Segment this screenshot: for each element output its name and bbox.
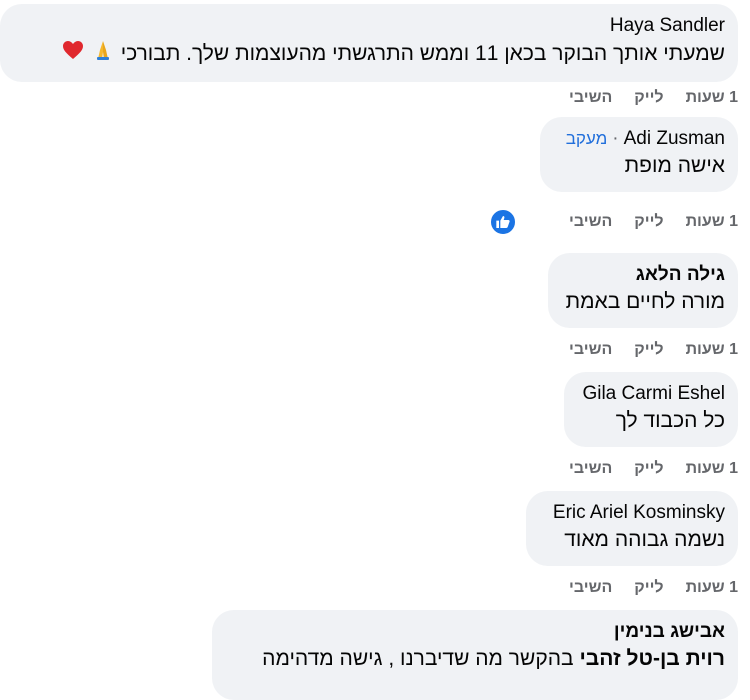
comment-text: מורה לחיים באמת xyxy=(565,290,725,313)
comment-author[interactable]: Haya Sandler xyxy=(16,14,725,38)
reply-button[interactable]: השיבי xyxy=(569,213,612,231)
red-heart-icon xyxy=(61,38,85,71)
reply-button[interactable]: השיבי xyxy=(569,579,612,597)
comment-bubble: Haya Sandler שמעתי אותך הבוקר בכאן 11 ומ… xyxy=(0,4,738,82)
reply-button[interactable]: השיבי xyxy=(569,341,612,359)
comment-time: 1 שעות xyxy=(685,579,738,596)
comment-text: נשמה גבוהה מאוד xyxy=(564,528,725,551)
comment-author[interactable]: Eric Ariel Kosminsky xyxy=(542,501,725,525)
reply-button[interactable]: השיבי xyxy=(569,460,612,478)
comment-actions: 1 שעות לייק השיבי xyxy=(569,457,738,481)
like-button[interactable]: לייק xyxy=(634,460,663,478)
comment-bubble: גילה הלאג מורה לחיים באמת xyxy=(548,253,738,328)
like-button[interactable]: לייק xyxy=(634,579,663,597)
like-reaction-icon[interactable] xyxy=(489,208,517,236)
comment-header: מעקב · Adi Zusman xyxy=(556,127,725,151)
comment-actions: 1 שעות לייק השיבי xyxy=(569,576,738,600)
comment-time: 1 שעות xyxy=(685,213,738,230)
comment-bubble: Gila Carmi Eshel כל הכבוד לך xyxy=(564,372,738,447)
separator-dot: · xyxy=(612,128,619,149)
comment-haya-sandler: Haya Sandler שמעתי אותך הבוקר בכאן 11 ומ… xyxy=(0,4,738,82)
comment-time: 1 שעות xyxy=(685,460,738,477)
comment-author[interactable]: גילה הלאג xyxy=(564,263,725,287)
comment-eric-ariel-kosminsky: Eric Ariel Kosminsky נשמה גבוהה מאוד xyxy=(526,491,738,566)
comment-time: 1 שעות xyxy=(685,341,738,358)
comment-text: שמעתי אותך הבוקר בכאן 11 וממש התרגשתי מה… xyxy=(16,38,725,71)
comment-text: רוית בן-טל זהבי בהקשר מה שדיברנו , גישה … xyxy=(228,644,725,674)
comment-time: 1 שעות xyxy=(685,89,738,106)
comment-actions: 1 שעות לייק השיבי xyxy=(569,338,738,362)
comment-bubble: אבישג בנימין רוית בן-טל זהבי בהקשר מה שד… xyxy=(212,610,738,700)
comment-text: כל הכבוד לך xyxy=(615,409,725,432)
folded-hands-icon xyxy=(91,38,115,71)
tagged-user-link[interactable]: רוית בן-טל זהבי xyxy=(579,647,725,670)
reply-button[interactable]: השיבי xyxy=(569,89,612,107)
like-button[interactable]: לייק xyxy=(634,213,663,231)
comment-text-body: בהקשר מה שדיברנו , גישה מדהימה xyxy=(262,647,574,670)
comment-gila-halag: גילה הלאג מורה לחיים באמת xyxy=(548,253,738,328)
comment-adi-zusman: מעקב · Adi Zusman אישה מופת xyxy=(540,117,738,192)
comment-bubble: Eric Ariel Kosminsky נשמה גבוהה מאוד xyxy=(526,491,738,566)
comment-text: אישה מופת xyxy=(624,154,725,177)
comment-actions: 1 שעות לייק השיבי xyxy=(569,86,738,110)
comment-author[interactable]: אבישג בנימין xyxy=(228,620,725,644)
comment-author[interactable]: Gila Carmi Eshel xyxy=(580,382,725,406)
comment-actions: 1 שעות לייק השיבי xyxy=(569,210,738,234)
comment-bubble: מעקב · Adi Zusman אישה מופת xyxy=(540,117,738,192)
comment-avishag-binyamin: אבישג בנימין רוית בן-טל זהבי בהקשר מה שד… xyxy=(212,610,738,700)
like-button[interactable]: לייק xyxy=(634,89,663,107)
comment-author[interactable]: Adi Zusman xyxy=(624,128,725,149)
comment-gila-carmi-eshel: Gila Carmi Eshel כל הכבוד לך xyxy=(564,372,738,447)
follow-button[interactable]: מעקב xyxy=(566,129,608,148)
like-button[interactable]: לייק xyxy=(634,341,663,359)
